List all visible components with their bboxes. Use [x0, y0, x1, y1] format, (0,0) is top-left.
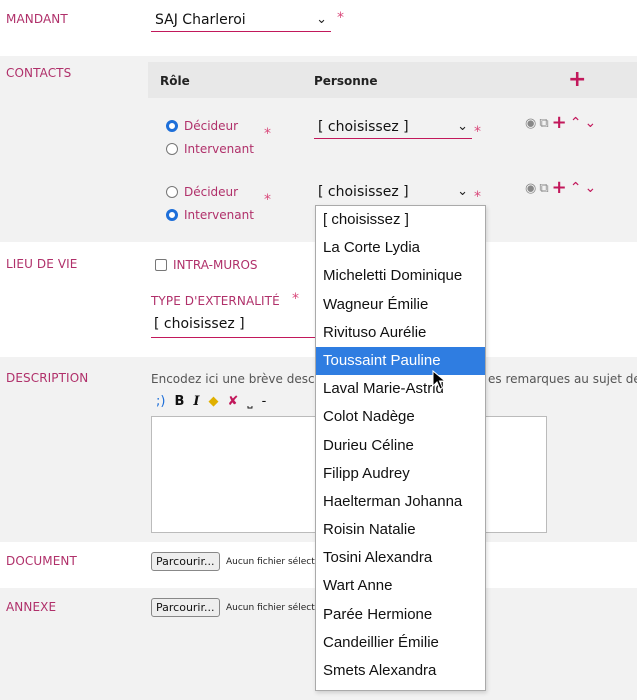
bold-button[interactable]: B	[174, 394, 184, 409]
description-hint-end: es remarques au sujet de	[488, 372, 637, 386]
required-marker: *	[474, 189, 481, 205]
dropdown-option[interactable]: Smets Alexandra	[316, 657, 485, 685]
required-marker: *	[337, 10, 344, 26]
chevron-down-icon: ⌄	[457, 184, 468, 199]
checkbox-label: INTRA-MUROS	[173, 258, 258, 272]
dropdown-option[interactable]: Wagneur Émilie	[316, 291, 485, 319]
radio-dot-checked	[166, 120, 178, 132]
dropdown-option[interactable]: La Corte Lydia	[316, 234, 485, 262]
mandant-value: SAJ Charleroi	[155, 12, 246, 28]
required-marker: *	[292, 291, 299, 307]
italic-button[interactable]: I	[193, 394, 199, 409]
move-up-icon[interactable]: ⌃	[570, 115, 582, 131]
chevron-down-icon: ⌄	[316, 12, 327, 27]
move-down-icon[interactable]: ⌄	[584, 115, 596, 131]
checkbox-box	[155, 259, 167, 271]
dropdown-option[interactable]: Rivituso Aurélie	[316, 319, 485, 347]
required-marker: *	[264, 126, 271, 142]
radio-label: Décideur	[184, 185, 239, 199]
copy-icon[interactable]: ⧉	[539, 181, 548, 196]
radio-label: Intervenant	[184, 142, 254, 156]
dropdown-option[interactable]: Wart Anne	[316, 572, 485, 600]
person-value: [ choisissez ]	[318, 119, 409, 135]
add-icon[interactable]: +	[552, 114, 567, 132]
annexe-label: ANNEXE	[6, 600, 57, 614]
browse-button[interactable]: Parcourir...	[151, 552, 220, 571]
description-hint: Encodez ici une brève desc	[151, 372, 315, 386]
dropdown-option[interactable]: Roisin Natalie	[316, 516, 485, 544]
header-person: Personne	[314, 74, 378, 88]
type-externalite-label: TYPE D'EXTERNALITÉ	[151, 294, 280, 308]
contacts-label: CONTACTS	[6, 66, 72, 80]
line-button[interactable]: -	[262, 394, 267, 409]
dropdown-option[interactable]: Tosini Alexandra	[316, 544, 485, 572]
contact-tools: ◉ ⧉ + ⌃ ⌄	[525, 179, 596, 197]
lieu-label: LIEU DE VIE	[6, 257, 78, 271]
file-status: Aucun fichier sélect	[226, 603, 315, 613]
mandant-row: MANDANT SAJ Charleroi ⌄ *	[0, 0, 637, 55]
header-role: Rôle	[160, 74, 190, 88]
browse-button[interactable]: Parcourir...	[151, 598, 220, 617]
type-externalite-value: [ choisissez ]	[154, 316, 245, 332]
type-externalite-select[interactable]: [ choisissez ]	[151, 316, 316, 338]
editor-toolbar: ;) B I ◆ ✘ ⎵ -	[156, 394, 266, 409]
mouse-cursor-icon	[432, 370, 446, 390]
radio-decideur[interactable]: Décideur	[166, 119, 238, 133]
smiley-button[interactable]: ;)	[156, 394, 165, 409]
file-status: Aucun fichier sélect	[226, 557, 315, 567]
radio-dot-checked	[166, 209, 178, 221]
move-up-icon[interactable]: ⌃	[570, 180, 582, 196]
dropdown-option[interactable]: Candeillier Émilie	[316, 629, 485, 657]
copy-icon[interactable]: ⧉	[539, 116, 548, 131]
delete-icon[interactable]: ◉	[525, 181, 536, 196]
move-down-icon[interactable]: ⌄	[584, 180, 596, 196]
dropdown-option-highlighted[interactable]: Toussaint Pauline	[316, 346, 485, 376]
add-contact-button[interactable]: +	[568, 69, 586, 91]
add-icon[interactable]: +	[552, 179, 567, 197]
highlight-icon[interactable]: ◆	[208, 394, 218, 409]
radio-decideur[interactable]: Décideur	[166, 185, 238, 199]
contacts-table-header: Rôle Personne +	[148, 62, 637, 98]
radio-label: Intervenant	[184, 208, 254, 222]
mandant-label: MANDANT	[6, 12, 68, 26]
required-marker: *	[474, 124, 481, 140]
person-select[interactable]: [ choisissez ] ⌄	[314, 184, 472, 204]
dropdown-option[interactable]: [ choisissez ]	[316, 206, 485, 234]
description-label: DESCRIPTION	[6, 371, 89, 385]
dropdown-option[interactable]: Colot Nadège	[316, 403, 485, 431]
clear-format-icon[interactable]: ✘	[227, 394, 238, 409]
space-icon[interactable]: ⎵	[247, 394, 252, 409]
radio-dot	[166, 143, 178, 155]
radio-label: Décideur	[184, 119, 239, 133]
person-value: [ choisissez ]	[318, 184, 409, 200]
document-label: DOCUMENT	[6, 554, 77, 568]
contact-tools: ◉ ⧉ + ⌃ ⌄	[525, 114, 596, 132]
person-dropdown-list[interactable]: [ choisissez ] La Corte Lydia Micheletti…	[315, 205, 486, 691]
dropdown-option[interactable]: Parée Hermione	[316, 601, 485, 629]
dropdown-option[interactable]: Durieu Céline	[316, 432, 485, 460]
mandant-select[interactable]: SAJ Charleroi ⌄	[151, 12, 331, 32]
chevron-down-icon: ⌄	[457, 119, 468, 134]
required-marker: *	[264, 192, 271, 208]
intra-muros-checkbox[interactable]: INTRA-MUROS	[155, 258, 258, 272]
person-select[interactable]: [ choisissez ] ⌄	[314, 119, 472, 139]
radio-intervenant[interactable]: Intervenant	[166, 142, 254, 156]
radio-dot	[166, 186, 178, 198]
dropdown-option[interactable]: Micheletti Dominique	[316, 262, 485, 290]
dropdown-option[interactable]: Haelterman Johanna	[316, 488, 485, 516]
dropdown-option[interactable]: Laval Marie-Astrid	[316, 375, 485, 403]
radio-intervenant[interactable]: Intervenant	[166, 208, 254, 222]
delete-icon[interactable]: ◉	[525, 116, 536, 131]
dropdown-option[interactable]: Filipp Audrey	[316, 460, 485, 488]
